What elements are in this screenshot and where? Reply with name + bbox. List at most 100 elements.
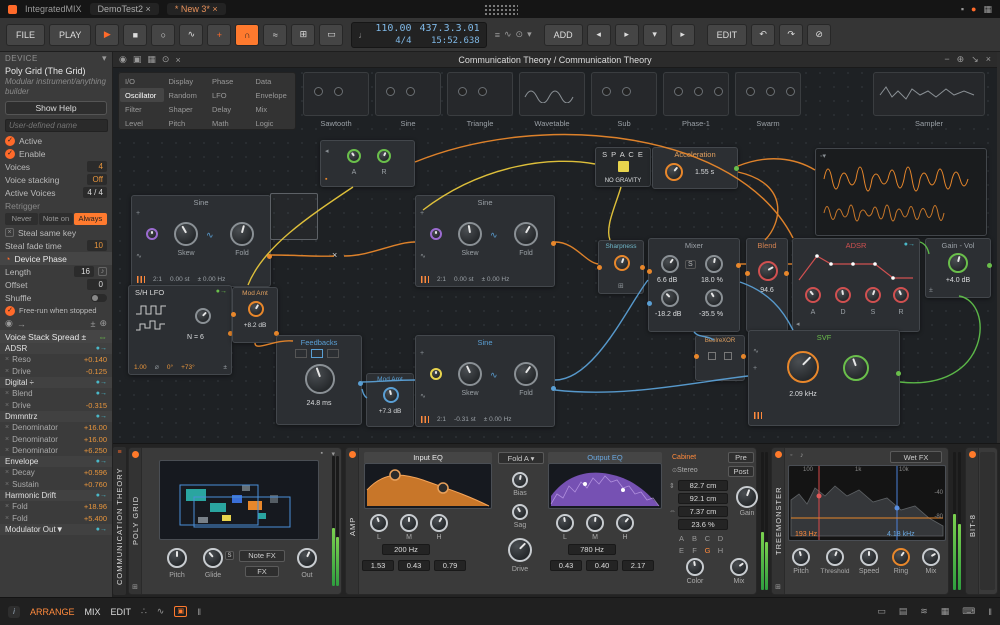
grid-editor[interactable]: ◉ ▣ ▦ ⊙ × Communication Theory / Communi… [113, 52, 997, 443]
device-power-button[interactable] [132, 451, 139, 458]
input-eq-low-knob[interactable] [370, 514, 388, 532]
device-name[interactable]: BIT-8 [968, 461, 977, 591]
modulator-header[interactable]: Modulator Out▼●→ [0, 524, 112, 535]
gate-port-icon[interactable]: ◂ [796, 320, 800, 328]
expand-icon[interactable]: ↘ [971, 54, 979, 65]
output-eq-low-value[interactable]: 0.43 [550, 560, 582, 571]
blend-knob[interactable] [758, 261, 778, 281]
length-value[interactable]: 16 [74, 266, 94, 277]
palette-delay[interactable]: Delay [207, 102, 251, 116]
edit-menu-button[interactable]: EDIT [707, 24, 748, 46]
browser-item-sub[interactable] [591, 72, 657, 116]
input-port[interactable] [694, 354, 699, 359]
output-port[interactable] [734, 166, 739, 171]
marker-prev-button[interactable]: ◂ [587, 24, 611, 46]
phase-mod-knob[interactable] [430, 228, 442, 240]
browser-item-triangle[interactable] [447, 72, 513, 116]
mix-view-button[interactable]: MIX [85, 607, 101, 617]
rate-knob[interactable] [195, 308, 211, 324]
dual-panel-toggle[interactable]: ▭ [319, 24, 343, 46]
note-fx-button[interactable]: Note FX [239, 550, 285, 562]
palette-mix[interactable]: Mix [251, 102, 295, 116]
voices-value[interactable]: 4 [87, 161, 107, 172]
note-icon[interactable]: ♪ [800, 452, 804, 459]
input-port[interactable] [231, 312, 236, 317]
groove-icon[interactable]: ∿ [504, 29, 512, 40]
grid-module-mod-amt-2[interactable]: Mod Amt +7.3 dB [366, 373, 414, 427]
device-power-button[interactable] [969, 451, 976, 458]
play-menu-button[interactable]: PLAY [49, 24, 91, 46]
mod-route-icon[interactable]: ●→ [96, 413, 107, 420]
modulator-target[interactable]: ×Blend●→ [0, 388, 112, 399]
device-treemonster[interactable]: TREEMONSTER ⊞ ◦ ♪ Wet FX 100 1k 10k -40 [771, 447, 949, 595]
remove-icon[interactable]: × [5, 356, 9, 363]
output-port[interactable] [551, 241, 556, 246]
glide-knob[interactable] [203, 548, 223, 568]
device-name[interactable]: POLY GRID [131, 461, 140, 580]
space-swatch[interactable] [618, 161, 629, 172]
mod-amt-value[interactable]: +7.3 dB [367, 408, 413, 415]
cabinet-dim-2[interactable]: 92.1 cm [678, 493, 728, 504]
minimize-icon[interactable]: − [944, 54, 949, 65]
input-port-icon[interactable]: ∿ [753, 347, 759, 355]
acceleration-value[interactable]: 1.55 s [695, 169, 714, 176]
undo-button[interactable]: ↶ [751, 24, 775, 46]
mixer-gain-1-knob[interactable] [661, 255, 679, 273]
enable-check-icon[interactable]: ✓ [5, 149, 15, 159]
automation-write-button[interactable]: ≈ [263, 24, 287, 46]
metronome-icon[interactable]: ♩ [358, 30, 367, 40]
modulator-target[interactable]: ×Sustain+0.760 [0, 479, 112, 490]
active-check-icon[interactable]: ✓ [5, 136, 15, 146]
browser-item-sampler[interactable] [873, 72, 985, 116]
mode-tab-icon[interactable] [327, 349, 339, 358]
skew-knob[interactable] [174, 222, 198, 246]
remove-icon[interactable]: × [5, 368, 9, 375]
remove-icon[interactable]: × [5, 515, 9, 522]
loop-toggle-icon[interactable]: ⊙ [516, 29, 524, 40]
input-eq-high-knob[interactable] [430, 514, 448, 532]
mod-route-icon[interactable]: ●→ [96, 379, 107, 386]
skew-knob[interactable] [458, 362, 482, 386]
quantize-icon[interactable]: ≡ [495, 30, 500, 40]
collapse-icon[interactable]: ▾ [102, 53, 107, 64]
preview-headphones-button[interactable]: ∩ [235, 24, 259, 46]
fold-mode-select[interactable]: Fold A ▾ [498, 452, 544, 464]
active-panel-icon[interactable]: ▣ [174, 606, 187, 617]
close-icon[interactable]: × [986, 54, 991, 65]
cabinet-model-h[interactable]: H [715, 546, 726, 555]
arrow-icon[interactable]: → [17, 319, 26, 329]
remove-icon[interactable]: × [5, 402, 9, 409]
sharpness-knob[interactable] [614, 255, 630, 271]
output-eq-high-value[interactable]: 2.17 [622, 560, 654, 571]
level-icon[interactable] [754, 412, 762, 419]
output-port[interactable] [741, 354, 746, 359]
cabinet-dim-1[interactable]: 82.7 cm [678, 480, 728, 491]
modulator-target[interactable]: ×Fold+5.400 [0, 512, 112, 523]
record-button[interactable]: ○ [151, 24, 175, 46]
cabinet-model-d[interactable]: D [715, 534, 726, 543]
grid-module-svf[interactable]: SVF ∿ + 2.09 kHz [748, 330, 900, 426]
fx-button[interactable]: FX [245, 566, 279, 577]
remove-icon[interactable]: × [5, 469, 9, 476]
release-knob[interactable] [893, 287, 909, 303]
remove-icon[interactable]: × [5, 503, 9, 510]
xor-b-icon[interactable] [724, 352, 732, 360]
cutoff-value[interactable]: 2.09 kHz [779, 391, 827, 398]
cabinet-model-g[interactable]: G [702, 546, 713, 555]
notification-icon[interactable]: ▪ [961, 4, 964, 14]
voice-stack-spread-row[interactable]: Voice Stack Spread ±⇔ [0, 330, 112, 343]
grid-module-sine-1[interactable]: Sine + ∿ ∿ Skew Fold 2:10.00 st± 0.00 Hz [131, 195, 271, 287]
device-power-button[interactable] [349, 451, 356, 458]
cutoff-port-icon[interactable]: + [753, 365, 757, 372]
input-port[interactable] [745, 271, 750, 276]
grid-module-mixer[interactable]: Mixer S 6.6 dB 18.0 % -18.2 dB -35.5 % [648, 238, 740, 332]
mod-route-icon[interactable]: ●→ [904, 241, 915, 248]
wet-fx-button[interactable]: Wet FX [890, 451, 942, 463]
grid-preview-display[interactable] [159, 460, 319, 540]
tm-ring-knob[interactable] [892, 548, 910, 566]
gain-value[interactable]: +4.0 dB [926, 277, 990, 284]
feedback-time-knob[interactable] [305, 364, 335, 394]
modulator-header[interactable]: Harmonic Drift●→ [0, 490, 112, 501]
glide-sync-button[interactable]: S [225, 551, 234, 560]
modulator-header[interactable]: Digital ÷●→ [0, 377, 112, 388]
